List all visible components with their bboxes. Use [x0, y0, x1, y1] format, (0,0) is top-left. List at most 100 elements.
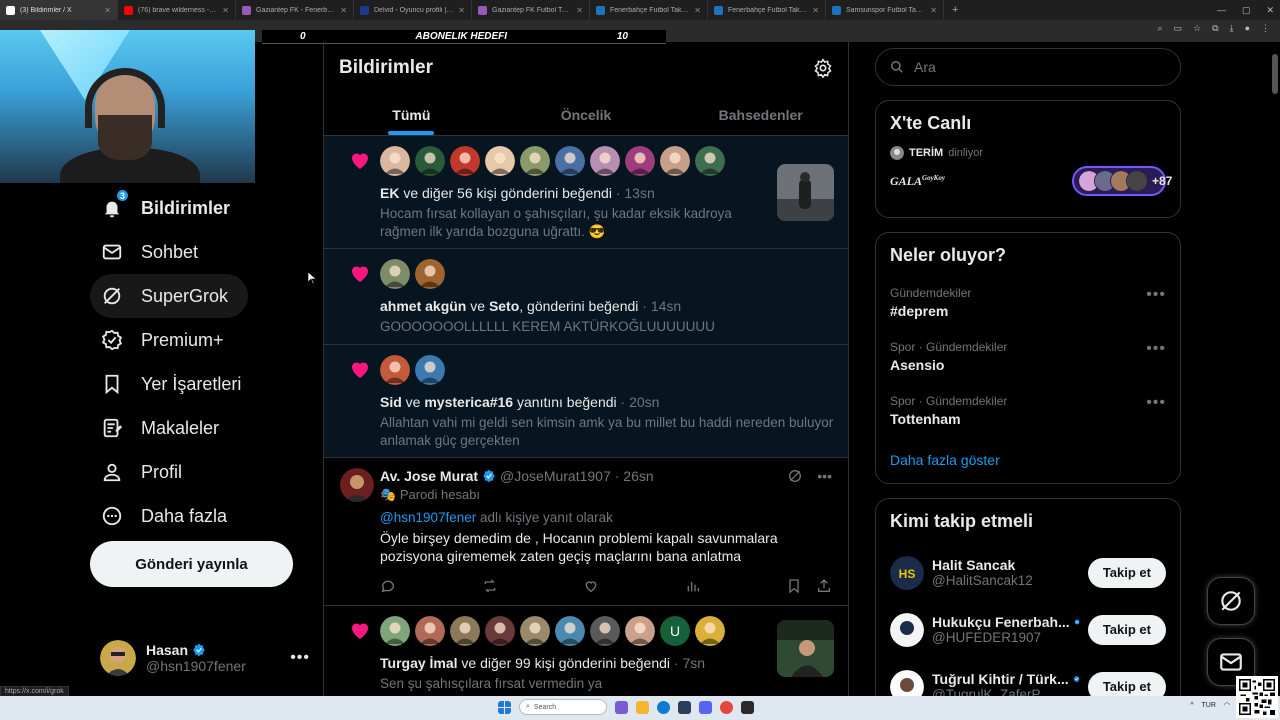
- file-explorer-icon[interactable]: [636, 700, 649, 714]
- notification-item[interactable]: U Turgay İmal ve diğer 99 kişi gönderini…: [324, 606, 848, 696]
- bookmark-icon[interactable]: [786, 578, 802, 594]
- more-icon[interactable]: •••: [1146, 340, 1166, 358]
- app-icon[interactable]: [741, 700, 754, 714]
- follow-button[interactable]: Takip et: [1087, 557, 1166, 588]
- author-avatar[interactable]: [340, 468, 374, 502]
- browser-tab[interactable]: (3) Bildirimler / X ✕: [0, 0, 118, 20]
- more-icon[interactable]: •••: [290, 649, 310, 667]
- show-more-link[interactable]: Daha fazla göster: [876, 440, 1180, 484]
- account-switcher[interactable]: Hasan @hsn1907fener •••: [100, 638, 310, 678]
- notification-item[interactable]: ahmet akgün ve Seto, gönderini beğendi ·…: [324, 249, 848, 345]
- zoom-icon[interactable]: ⌕: [1158, 23, 1163, 34]
- actor-name[interactable]: Seto: [489, 298, 519, 314]
- browser-tab[interactable]: Fenerbahçe Futbol Takımı - 202... ✕: [590, 0, 708, 20]
- grok-fab[interactable]: [1207, 577, 1255, 625]
- scrollbar-thumb[interactable]: [1272, 54, 1278, 94]
- suggestion-avatar[interactable]: HS: [890, 555, 924, 590]
- windows-start-icon[interactable]: [498, 700, 511, 714]
- wifi-icon[interactable]: ◠: [1224, 701, 1230, 709]
- suggestion-name[interactable]: Halit Sancak: [932, 557, 1015, 573]
- taskbar-search[interactable]: ⌕ Search: [519, 699, 607, 715]
- nav-item-verified-badge[interactable]: Premium+: [90, 318, 244, 362]
- browser-tab[interactable]: Samsunspor Futbol Takımı - 20... ✕: [826, 0, 944, 20]
- author-name[interactable]: Av. Jose Murat: [380, 468, 478, 484]
- tab-priority[interactable]: Öncelik: [499, 94, 674, 135]
- actor-name[interactable]: ahmet akgün: [380, 298, 466, 314]
- close-tab-icon[interactable]: ✕: [104, 6, 111, 15]
- nav-item-grok[interactable]: SuperGrok: [90, 274, 249, 318]
- user-avatar[interactable]: [625, 616, 655, 646]
- notification-item[interactable]: EK ve diğer 56 kişi gönderini beğendi · …: [324, 136, 848, 249]
- browser-tab[interactable]: Gaziantep FK - Fenerbahçe Ma... ✕: [236, 0, 354, 20]
- nav-item-article[interactable]: Makaleler: [90, 406, 239, 450]
- browser-tab[interactable]: Delvid - Oyuncu profili | Transfe... ✕: [354, 0, 472, 20]
- trend-item[interactable]: Gündemdekiler #deprem •••: [876, 278, 1180, 332]
- language-indicator[interactable]: TUR: [1202, 702, 1216, 709]
- close-tab-icon[interactable]: ✕: [694, 6, 701, 15]
- scrollbar[interactable]: [1272, 46, 1278, 696]
- discord-icon[interactable]: [699, 700, 712, 714]
- suggestion-name[interactable]: Tuğrul Kihtir / Türk...: [932, 671, 1069, 687]
- close-tab-icon[interactable]: ✕: [222, 6, 229, 15]
- new-tab-button[interactable]: +: [944, 4, 966, 16]
- repost-icon[interactable]: [482, 578, 498, 594]
- post-button[interactable]: Gönderi yayınla: [90, 541, 293, 587]
- suggestion-avatar[interactable]: [890, 612, 924, 647]
- user-avatar[interactable]: [520, 616, 550, 646]
- user-avatar[interactable]: [485, 146, 515, 176]
- more-icon[interactable]: •••: [1146, 394, 1166, 412]
- nav-item-mail[interactable]: Sohbet: [90, 230, 218, 274]
- search-input[interactable]: Ara: [914, 59, 936, 75]
- suggestion-name[interactable]: Hukukçu Fenerbah...: [932, 614, 1070, 630]
- user-avatar[interactable]: [415, 355, 445, 385]
- chrome-icon[interactable]: [720, 700, 733, 714]
- user-avatar[interactable]: [380, 259, 410, 289]
- browser-tab[interactable]: Fenerbahçe Futbol Takımı - 202... ✕: [708, 0, 826, 20]
- actor-name[interactable]: EK: [380, 185, 399, 201]
- listeners-pill[interactable]: +87: [1072, 166, 1172, 196]
- extensions-icon[interactable]: ⧉: [1212, 23, 1218, 34]
- live-space[interactable]: GALAGoyKoy +87: [876, 166, 1180, 196]
- chevron-up-icon[interactable]: ^: [1190, 702, 1193, 709]
- download-icon[interactable]: ⤓: [1230, 23, 1234, 34]
- copilot-icon[interactable]: [615, 700, 628, 714]
- user-avatar[interactable]: [695, 146, 725, 176]
- user-avatar[interactable]: [590, 616, 620, 646]
- user-avatar[interactable]: [625, 146, 655, 176]
- search-box[interactable]: Ara: [875, 48, 1181, 86]
- nav-item-bell[interactable]: 3 Bildirimler: [90, 186, 250, 230]
- more-icon[interactable]: •••: [817, 468, 832, 484]
- user-avatar[interactable]: [555, 146, 585, 176]
- edge-icon[interactable]: [657, 700, 670, 714]
- host-name[interactable]: TERİM: [909, 147, 943, 159]
- nav-item-bookmark[interactable]: Yer İşaretleri: [90, 362, 261, 406]
- share-icon[interactable]: [816, 578, 832, 594]
- close-tab-icon[interactable]: ✕: [812, 6, 819, 15]
- post-thumbnail[interactable]: [777, 620, 834, 677]
- user-avatar[interactable]: [415, 616, 445, 646]
- replying-to-handle[interactable]: @hsn1907fener: [380, 510, 476, 525]
- user-avatar[interactable]: U: [660, 616, 690, 646]
- star-icon[interactable]: ☆: [1193, 23, 1201, 34]
- user-avatar[interactable]: [555, 616, 585, 646]
- browser-tab[interactable]: Gaziantep FK Futbol Takımı - 20... ✕: [472, 0, 590, 20]
- like-icon[interactable]: [583, 578, 599, 594]
- follow-button[interactable]: Takip et: [1087, 614, 1166, 645]
- user-avatar[interactable]: [450, 146, 480, 176]
- trend-item[interactable]: Spor · Gündemdekiler Asensio •••: [876, 332, 1180, 386]
- maximize-icon[interactable]: ▢: [1242, 5, 1251, 16]
- nav-item-person[interactable]: Profil: [90, 450, 202, 494]
- user-avatar[interactable]: [450, 616, 480, 646]
- minimize-icon[interactable]: —: [1217, 5, 1226, 15]
- browser-tab[interactable]: (76) brave wilderness - YouTube ✕: [118, 0, 236, 20]
- user-avatar[interactable]: [380, 355, 410, 385]
- user-avatar[interactable]: [415, 259, 445, 289]
- close-tab-icon[interactable]: ✕: [576, 6, 583, 15]
- menu-icon[interactable]: ⋮: [1261, 23, 1270, 34]
- actor-name[interactable]: mysterica#16: [424, 394, 513, 410]
- actor-name[interactable]: Turgay İmal: [380, 655, 458, 671]
- settings-gear-icon[interactable]: [813, 58, 833, 78]
- more-icon[interactable]: •••: [1146, 286, 1166, 304]
- trend-item[interactable]: Spor · Gündemdekiler Tottenham •••: [876, 386, 1180, 440]
- reply-post[interactable]: Av. Jose Murat @JoseMurat1907 · 26sn •••…: [324, 458, 848, 606]
